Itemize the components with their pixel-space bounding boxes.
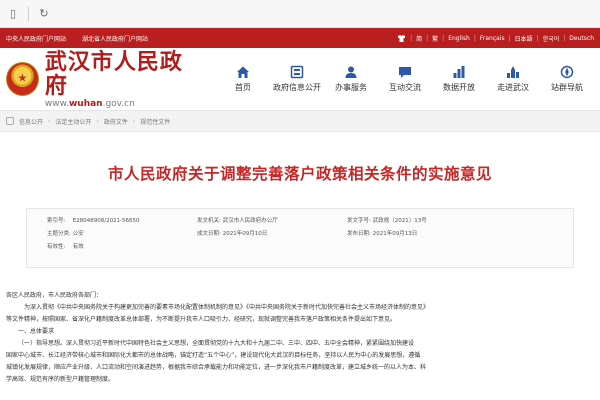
home-icon [236,65,250,79]
nav-label: 首页 [235,83,251,92]
nav-label: 数据开放 [443,83,475,92]
meta-validity: 有效性: 有效 [47,243,84,250]
nav-icon [560,65,574,79]
top-bar: 中央人民政府门户网站 湖北省人民政府门户网站 | 简 | 繁 | English… [0,28,600,48]
hubei-gov-link[interactable]: 湖北省人民政府门户网站 [82,34,148,43]
article-title: 市人民政府关于调整完善落户政策相关条件的实施意见 [107,164,492,183]
lang-korean[interactable]: 한국어 [543,34,560,43]
toolbar-divider [28,6,29,21]
lang-french[interactable]: Français [480,35,505,42]
nav-label: 办事服务 [335,83,367,92]
breadcrumb-separator: › [48,117,51,125]
nav-item-city[interactable]: 走进武汉 [486,65,540,93]
nav-label: 站群导航 [551,83,583,92]
site-title: 武汉市人民政府 [44,48,183,99]
nav-label: 政府信息公开 [273,83,321,92]
paragraph: 各区人民政府，市人民政府各部门： [6,292,103,299]
nav-item-info[interactable]: 政府信息公开 [270,65,324,93]
breadcrumb: 信息公开 › 法定主动公开 › 政府文件 › 规范性文件 [0,110,600,132]
site-brand[interactable]: 武汉市人民政府 www.wuhan.gov.cn [45,50,200,109]
paragraph: 为深入贯彻《中共中央国务院关于构建更加完善的要素市场化配置体制机制的意见》《中共… [24,304,430,311]
meta-created: 成文日期: 2021年09月10日 [197,230,268,237]
section-heading: 一、总体要求 [18,328,55,335]
breadcrumb-item[interactable]: 法定主动公开 [55,117,91,126]
lang-german[interactable]: Deutsch [569,35,594,42]
main-nav: 首页 政府信息公开 办事服务 互动交流 数据开放 走进武汉 站群导航 [216,65,594,93]
paragraph: 等文件精神，按照国家、省深化户籍制度改革总体部署，为不断提升我市人口吸引力、经研… [6,316,397,323]
lang-simplified[interactable]: 简 [416,34,422,43]
city-icon [506,65,520,79]
page: ▯ ↻ 中央人民政府门户网站 湖北省人民政府门户网站 | 简 | 繁 | Eng… [0,0,600,400]
document-meta-table: 索引号: E28048908/2021-56650 发文机关: 武汉市人民政府办… [26,208,574,268]
nav-item-service[interactable]: 办事服务 [324,65,378,93]
paragraph: （一）指导思想。深入贯彻习近平新时代中国特色社会主义思想，全面贯彻党的十九大和十… [18,340,415,347]
chat-icon [398,65,412,79]
breadcrumb-item[interactable]: 政府文件 [104,117,128,126]
breadcrumb-separator: › [96,117,99,125]
sidebar-toggle-icon[interactable]: ▯ [6,7,20,21]
breadcrumb-separator: › [132,117,136,125]
nav-label: 互动交流 [389,83,421,92]
paragraph: 学高效、规范有序的新型户籍管理制度。 [6,376,115,383]
refresh-icon[interactable]: ↻ [37,7,51,21]
national-emblem-icon [6,62,39,96]
breadcrumb-item[interactable]: 信息公开 [19,117,43,126]
central-gov-link[interactable]: 中央人民政府门户网站 [6,34,66,43]
article: 市人民政府关于调整完善落户政策相关条件的实施意见 索引号: E28048908/… [0,162,600,386]
site-url: www.wuhan.gov.cn [44,98,135,109]
location-icon [6,117,14,125]
meta-category: 主题分类: 公安 [47,230,84,237]
shirt-icon[interactable] [397,34,406,42]
article-body: 各区人民政府，市人民政府各部门： 为深入贯彻《中共中央国务院关于构建更加完善的要… [6,290,594,386]
meta-pubdate: 发布日期: 2021年09月13日 [347,230,418,237]
info-icon [290,65,304,79]
lang-japanese[interactable]: 日本語 [515,34,533,43]
data-icon [452,65,466,79]
nav-label: 走进武汉 [497,83,529,92]
meta-issuer: 发文机关: 武汉市人民政府办公厅 [197,217,278,224]
service-icon [344,65,358,79]
nav-item-interact[interactable]: 互动交流 [378,65,432,93]
breadcrumb-item[interactable]: 规范性文件 [140,117,170,126]
lang-traditional[interactable]: 繁 [432,34,438,43]
site-header: 武汉市人民政府 www.wuhan.gov.cn 首页 政府信息公开 办事 [0,48,600,110]
meta-index: 索引号: E28048908/2021-56650 [47,217,140,224]
nav-item-home[interactable]: 首页 [216,65,270,93]
paragraph: 国家中心城市、长江经济带核心城市和国际化大都市的总体战略，锚定打造“五个中心”，… [6,352,421,359]
nav-item-sites[interactable]: 站群导航 [540,65,594,93]
browser-toolbar: ▯ ↻ [0,0,600,28]
lang-english[interactable]: English [448,35,470,42]
paragraph: 城镇化发展规律，顺应产业升级、人口流动和空间演进趋势，根据我市综合承载能力和功能… [6,364,427,371]
meta-docno: 发文字号: 武政规〔2021〕13号 [347,217,427,224]
nav-item-data[interactable]: 数据开放 [432,65,486,93]
